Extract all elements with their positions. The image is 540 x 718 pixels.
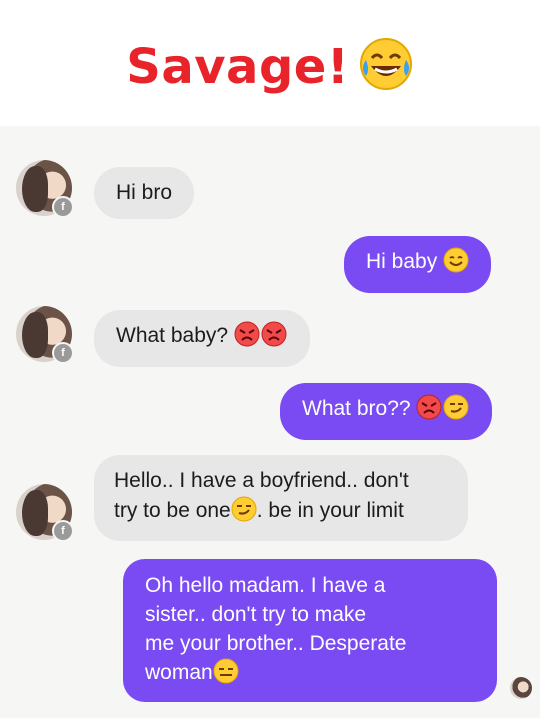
angry-emoji-icon	[234, 321, 288, 356]
meme-header: Savage!	[0, 0, 540, 126]
seen-receipt-avatar	[510, 677, 532, 699]
smirk-emoji-icon	[231, 496, 257, 531]
message-text: Hi baby	[366, 250, 438, 273]
expressionless-emoji-icon	[213, 658, 239, 692]
messenger-badge-icon: f	[52, 520, 74, 542]
title-row: Savage!	[0, 36, 540, 97]
meme-title: Savage!	[126, 38, 350, 95]
outgoing-message: What bro??	[280, 383, 493, 440]
laughing-crying-emoji-icon	[358, 36, 414, 97]
message-text-line: Hello.. I have a boyfriend.. don't	[114, 469, 409, 492]
message-text-line: Oh hello madam. I have a	[145, 574, 386, 597]
message-text-line: woman	[145, 658, 475, 692]
outgoing-message: Oh hello madam. I have a sister.. don't …	[123, 559, 497, 702]
incoming-message: Hello.. I have a boyfriend.. don't try t…	[94, 455, 468, 541]
contact-avatar[interactable]: f	[16, 484, 74, 542]
contact-avatar[interactable]: f	[16, 160, 74, 218]
incoming-message: Hi bro	[94, 167, 195, 219]
message-text-line: try to be one. be in your limit	[114, 496, 448, 531]
angry-smirk-emoji-icon	[416, 394, 470, 429]
message-text-line: me your brother.. Desperate	[145, 632, 407, 655]
message-text: What baby?	[116, 324, 229, 347]
message-text-line: sister.. don't try to make	[145, 603, 367, 626]
message-text: What bro??	[302, 397, 411, 420]
messenger-badge-icon: f	[52, 196, 74, 218]
outgoing-message: Hi baby	[344, 236, 492, 293]
smiling-emoji-icon	[443, 247, 469, 282]
contact-avatar[interactable]: f	[16, 306, 74, 364]
message-text: Hi bro	[116, 181, 173, 204]
incoming-message: What baby?	[94, 310, 310, 367]
messenger-badge-icon: f	[52, 342, 74, 364]
